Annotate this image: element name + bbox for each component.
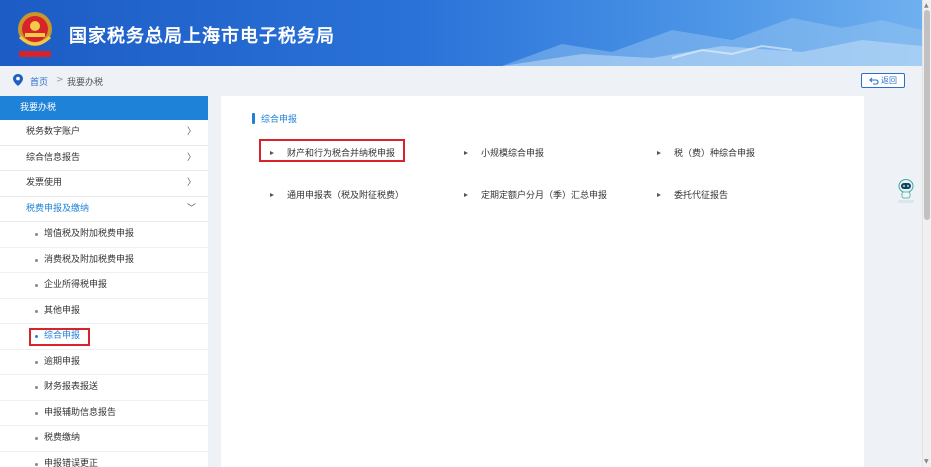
section-marker bbox=[252, 113, 255, 124]
sidebar-subitem-comprehensive[interactable]: 综合申报 bbox=[0, 324, 208, 350]
sidebar-subitem-corporate-income-tax[interactable]: 企业所得税申报 bbox=[0, 273, 208, 299]
breadcrumb-current: 我要办税 bbox=[67, 78, 104, 88]
site-title: 国家税务总局上海市电子税务局 bbox=[69, 26, 335, 47]
chevron-right-icon: 〉 bbox=[186, 152, 196, 163]
bullet-icon bbox=[35, 360, 38, 364]
sidebar-subitem-correction[interactable]: 申报错误更正 bbox=[0, 452, 208, 467]
bullet-icon bbox=[35, 284, 38, 287]
sidebar-subitem-label: 增值税及附加税费申报 bbox=[44, 229, 135, 239]
sidebar: 我要办税 税务数字账户 〉 综合信息报告 〉 发票使用 〉 税费申报及缴纳 ﹀ … bbox=[0, 96, 208, 467]
sidebar-subitem-label: 逾期申报 bbox=[44, 356, 81, 367]
sidebar-subitem-label: 申报错误更正 bbox=[44, 458, 99, 467]
sidebar-subitem-label: 财务报表报送 bbox=[44, 382, 99, 392]
sidebar-subitem-label: 消费税及附加税费申报 bbox=[44, 254, 135, 265]
triangle-bullet-icon bbox=[657, 151, 661, 155]
link-label: 通用申报表（税及附征税费） bbox=[287, 191, 405, 201]
main-panel: 综合申报 财产和行为税合并纳税申报 小规模综合申报 税（费）种综合申报 通用申报… bbox=[221, 96, 864, 467]
triangle-bullet-icon bbox=[464, 151, 468, 155]
sidebar-item-label: 综合信息报告 bbox=[26, 152, 81, 163]
link-label: 委托代征报告 bbox=[674, 191, 729, 201]
scroll-up-icon[interactable]: ▲ bbox=[924, 2, 929, 9]
sidebar-subitem-label: 申报辅助信息报告 bbox=[44, 407, 117, 418]
triangle-bullet-icon bbox=[270, 193, 274, 197]
breadcrumb-home-link[interactable]: 首页 bbox=[30, 75, 48, 88]
bullet-icon bbox=[35, 411, 38, 415]
sidebar-subitem-overdue[interactable]: 逾期申报 bbox=[0, 350, 208, 375]
site-header: 国家税务总局上海市电子税务局 bbox=[0, 0, 922, 66]
sidebar-item-label: 税务数字账户 bbox=[26, 127, 81, 137]
sidebar-subitem-auxiliary-info[interactable]: 申报辅助信息报告 bbox=[0, 401, 208, 426]
link-small-scale[interactable]: 小规模综合申报 bbox=[464, 146, 544, 159]
bullet-icon bbox=[35, 309, 38, 313]
location-pin-icon bbox=[13, 74, 23, 86]
bullet-icon bbox=[35, 233, 38, 236]
breadcrumb-separator: > bbox=[56, 75, 64, 85]
highlight-box bbox=[29, 328, 90, 346]
link-label: 税（费）种综合申报 bbox=[674, 149, 756, 159]
link-tax-type[interactable]: 税（费）种综合申报 bbox=[657, 146, 755, 159]
bullet-icon bbox=[35, 386, 38, 389]
return-arrow-icon bbox=[869, 77, 879, 85]
sidebar-subitem-consumption-tax[interactable]: 消费税及附加税费申报 bbox=[0, 248, 208, 273]
link-label: 财产和行为税合并纳税申报 bbox=[287, 149, 396, 159]
bullet-icon bbox=[35, 258, 38, 262]
chevron-right-icon: 〉 bbox=[186, 127, 196, 137]
great-wall-background bbox=[502, 18, 922, 66]
robot-assistant-icon[interactable] bbox=[896, 177, 916, 205]
section-title: 综合申报 bbox=[261, 115, 298, 125]
triangle-bullet-icon bbox=[464, 193, 468, 197]
link-general-form[interactable]: 通用申报表（税及附征税费） bbox=[270, 188, 404, 201]
scroll-thumb[interactable] bbox=[924, 10, 930, 220]
sidebar-subitem-label: 税费缴纳 bbox=[44, 433, 81, 443]
sidebar-subitem-tax-payment[interactable]: 税费缴纳 bbox=[0, 426, 208, 452]
scroll-down-icon[interactable]: ▼ bbox=[924, 458, 929, 465]
sidebar-subitem-vat[interactable]: 增值税及附加税费申报 bbox=[0, 222, 208, 248]
sidebar-item-tax-digital-account[interactable]: 税务数字账户 〉 bbox=[0, 120, 208, 146]
sidebar-item-label: 发票使用 bbox=[26, 178, 63, 188]
back-button[interactable]: 返回 bbox=[861, 73, 905, 88]
sidebar-item-label: 税费申报及缴纳 bbox=[26, 203, 90, 214]
page-scrollbar[interactable]: ▲ ▼ bbox=[922, 0, 931, 467]
bullet-icon bbox=[35, 462, 38, 466]
bullet-icon bbox=[35, 437, 38, 440]
sidebar-item-tax-declaration-payment[interactable]: 税费申报及缴纳 ﹀ bbox=[0, 197, 208, 222]
link-label: 小规模综合申报 bbox=[481, 149, 545, 159]
triangle-bullet-icon bbox=[270, 151, 274, 155]
link-label: 定期定额户分月（季）汇总申报 bbox=[481, 191, 608, 201]
sidebar-subitem-label: 企业所得税申报 bbox=[44, 280, 108, 290]
tax-emblem-icon bbox=[18, 12, 52, 57]
chevron-right-icon: 〉 bbox=[186, 178, 196, 188]
sidebar-item-invoice-use[interactable]: 发票使用 〉 bbox=[0, 171, 208, 197]
sidebar-header[interactable]: 我要办税 bbox=[0, 96, 208, 120]
sidebar-subitem-other[interactable]: 其他申报 bbox=[0, 299, 208, 324]
triangle-bullet-icon bbox=[657, 193, 661, 197]
back-button-label: 返回 bbox=[881, 76, 897, 85]
sidebar-subitem-financial-statements[interactable]: 财务报表报送 bbox=[0, 375, 208, 401]
sidebar-subitem-label: 其他申报 bbox=[44, 305, 81, 316]
sidebar-item-info-report[interactable]: 综合信息报告 〉 bbox=[0, 146, 208, 171]
link-entrusted-collection[interactable]: 委托代征报告 bbox=[657, 188, 728, 201]
link-fixed-quota[interactable]: 定期定额户分月（季）汇总申报 bbox=[464, 188, 607, 201]
link-property-behavior-tax[interactable]: 财产和行为税合并纳税申报 bbox=[270, 146, 395, 159]
chevron-down-icon: ﹀ bbox=[186, 203, 196, 214]
breadcrumb: 首页 > 我要办税 bbox=[0, 66, 922, 94]
